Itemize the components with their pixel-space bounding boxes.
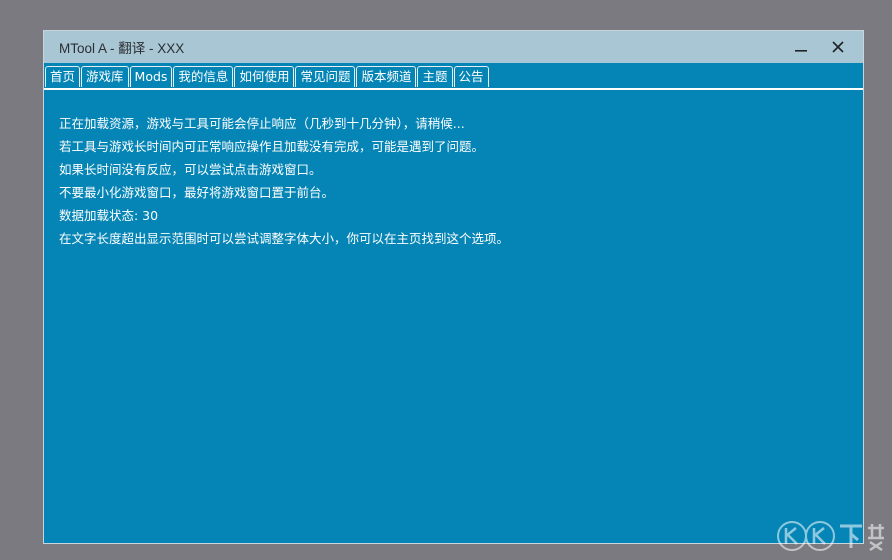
tab-announcement[interactable]: 公告 (453, 66, 489, 87)
close-button[interactable] (821, 31, 855, 63)
minimize-icon (795, 50, 807, 52)
tab-theme[interactable]: 主题 (417, 66, 453, 87)
tab-my-info[interactable]: 我的信息 (173, 66, 234, 87)
loading-message-line: 正在加载资源，游戏与工具可能会停止响应（几秒到十几分钟），请稍候... (59, 116, 465, 131)
loading-message-line: 若工具与游戏长时间内可正常响应操作且加载没有完成，可能是遇到了问题。 (59, 139, 485, 154)
title-bar[interactable]: MTool A - 翻译 - XXX (44, 31, 863, 63)
app-window: MTool A - 翻译 - XXX 首页 游戏库 Mods 我的信息 如何使用… (43, 30, 864, 544)
loading-message-line: 不要最小化游戏窗口，最好将游戏窗口置于前台。 (59, 185, 335, 200)
tab-faq[interactable]: 常见问题 (295, 66, 356, 87)
tab-game-library[interactable]: 游戏库 (81, 66, 129, 87)
loading-message-panel: 正在加载资源，游戏与工具可能会停止响应（几秒到十几分钟），请稍候... 若工具与… (59, 112, 853, 250)
window-title: MTool A - 翻译 - XXX (59, 41, 185, 56)
tab-version-channel[interactable]: 版本频道 (356, 66, 417, 87)
close-icon (832, 41, 844, 53)
tab-mods[interactable]: Mods (129, 66, 173, 87)
tab-home[interactable]: 首页 (45, 66, 81, 87)
tab-how-to-use[interactable]: 如何使用 (234, 66, 295, 87)
watermark-logo (777, 521, 884, 552)
loading-message-line: 如果长时间没有反应，可以尝试点击游戏窗口。 (59, 162, 322, 177)
minimize-button[interactable] (784, 31, 818, 63)
tab-bar: 首页 游戏库 Mods 我的信息 如何使用 常见问题 版本频道 主题 公告 (44, 65, 863, 90)
loading-message-line: 在文字长度超出显示范围时可以尝试调整字体大小，你可以在主页找到这个选项。 (59, 231, 510, 246)
loading-status-line: 数据加载状态: 30 (59, 208, 159, 223)
